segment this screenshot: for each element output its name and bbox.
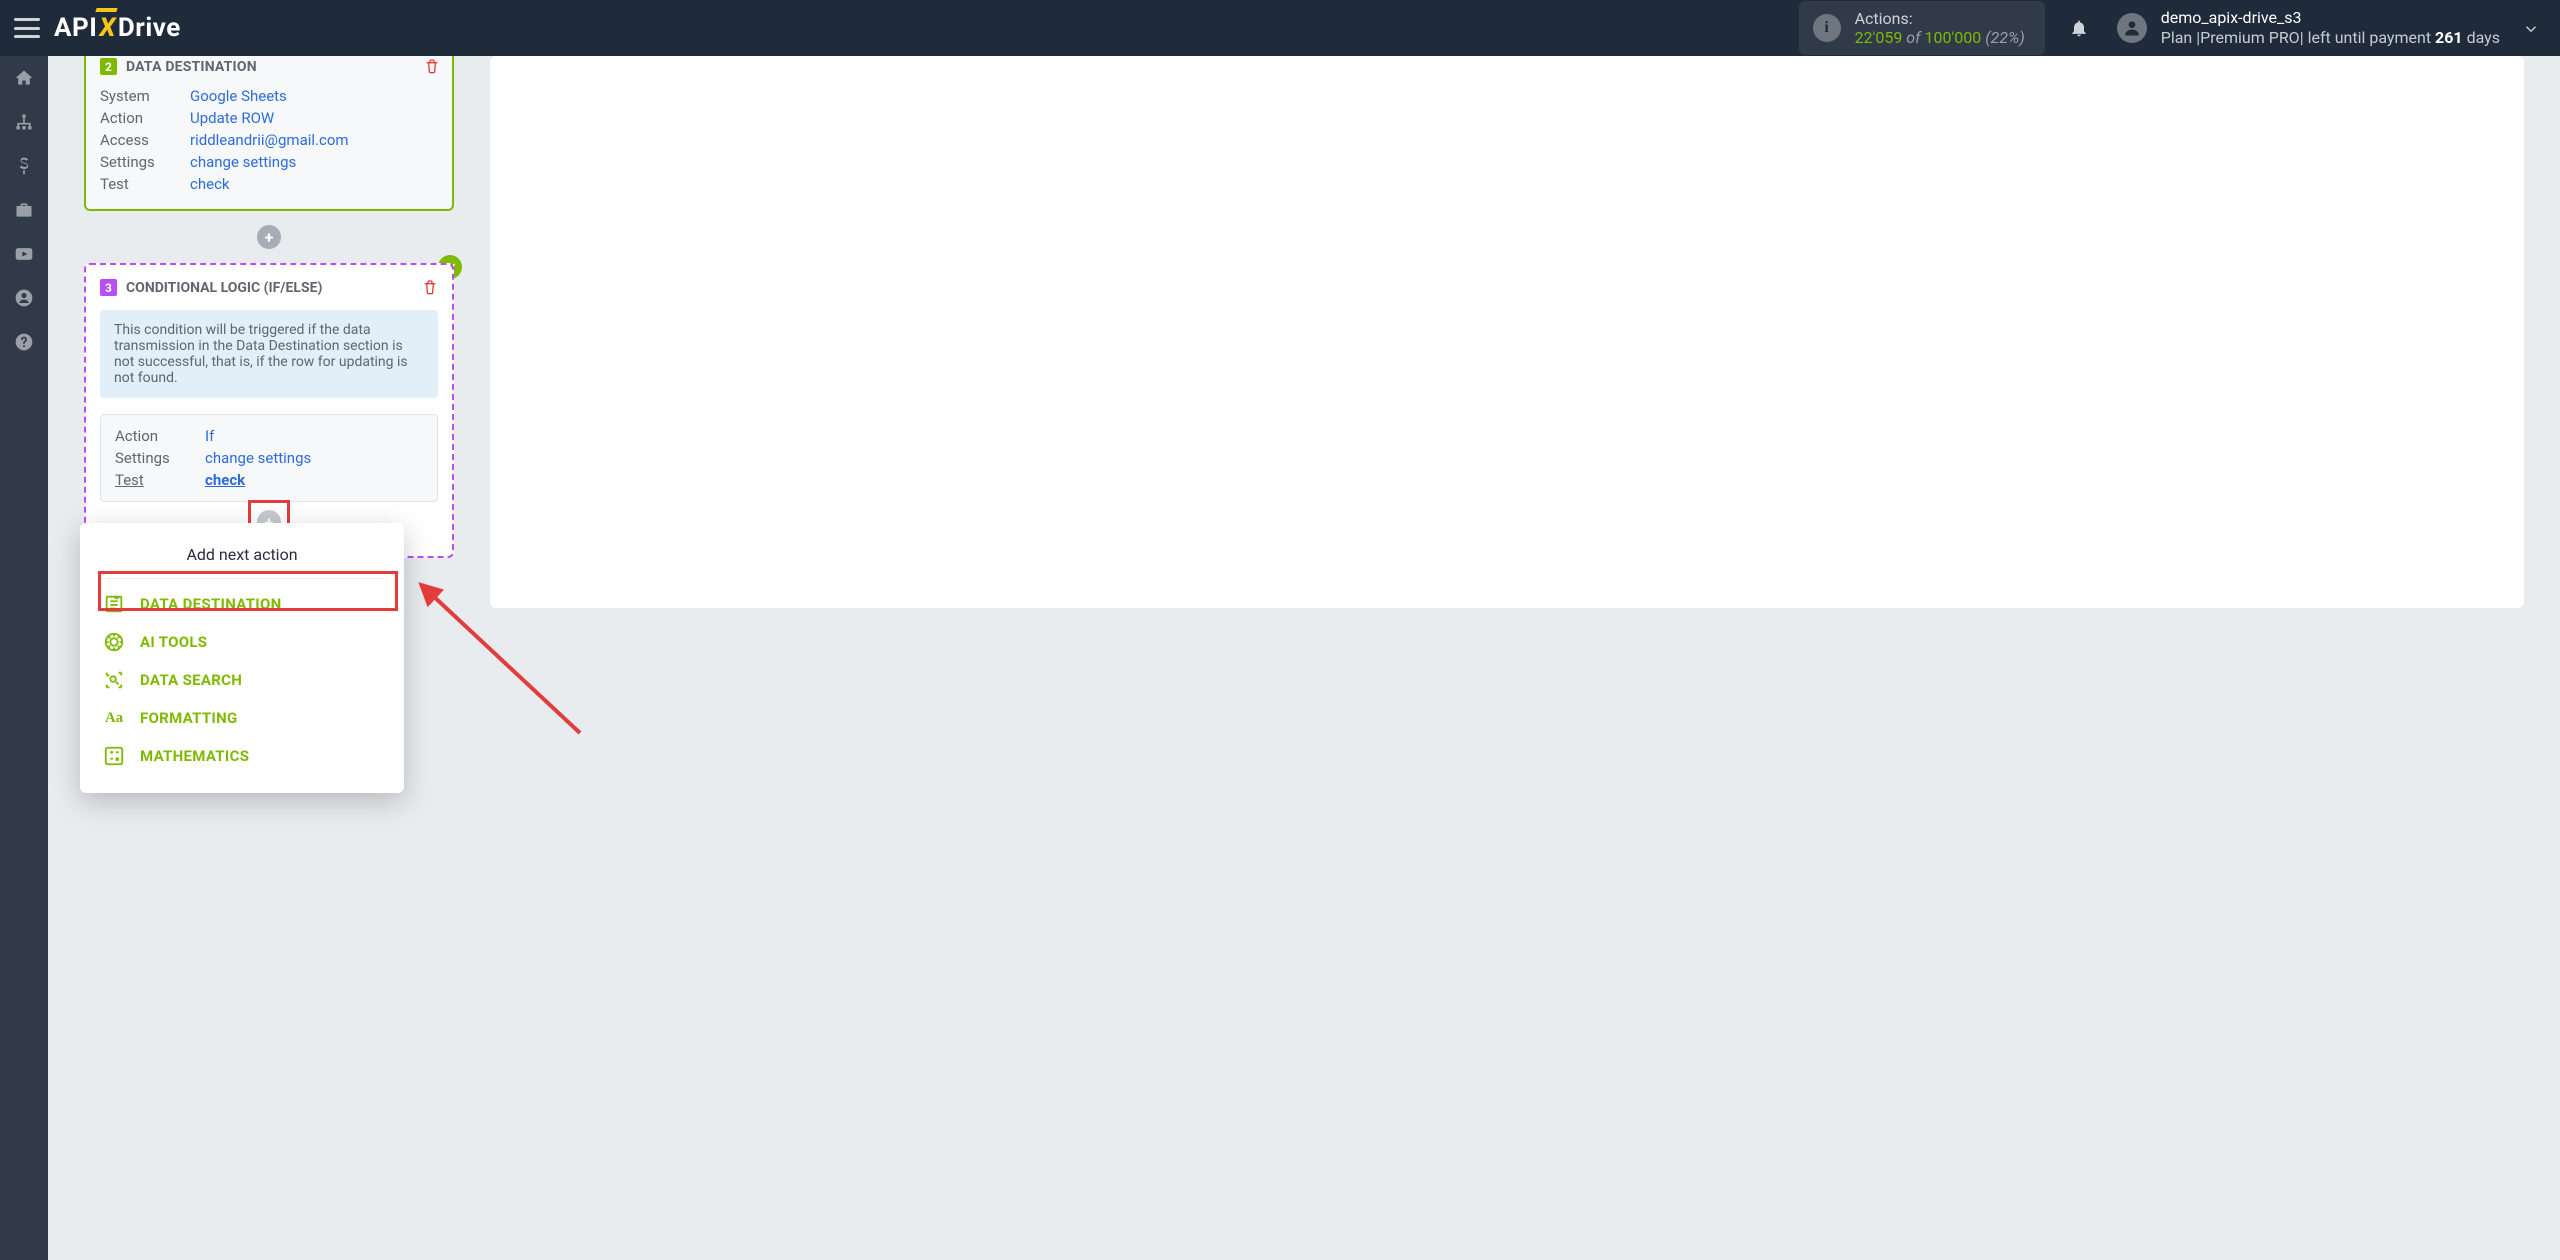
test-link[interactable]: check (190, 175, 230, 193)
highlight-box-icon (98, 571, 398, 611)
step-2-badge: 2 (100, 58, 117, 75)
step-2-title: DATA DESTINATION (126, 59, 257, 75)
actions-current: 22'059 (1855, 28, 1903, 47)
step-3-title: CONDITIONAL LOGIC (IF/ELSE) (126, 280, 322, 296)
settings-link[interactable]: change settings (190, 153, 296, 171)
add-next-action-popup: Add next action DATA DESTINATION AI TOOL… (80, 523, 404, 793)
cond-test-link[interactable]: check (205, 471, 245, 489)
ai-tools-icon (102, 630, 126, 654)
main-content-card (490, 56, 2524, 608)
sidebar-help-icon[interactable] (0, 320, 48, 364)
topbar: APIXDrive Actions: 22'059 of 100'000 (22… (0, 0, 2560, 56)
mathematics-icon (102, 744, 126, 768)
data-search-icon (102, 668, 126, 692)
sidebar-home-icon[interactable] (0, 56, 48, 100)
logo-api: API (54, 13, 97, 43)
logo-drive: Drive (118, 13, 181, 43)
sidebar (0, 56, 48, 1260)
actions-pct: (22%) (1985, 28, 2025, 47)
delete-icon[interactable] (424, 58, 440, 78)
formatting-icon: Aa (102, 706, 126, 730)
sidebar-account-icon[interactable] (0, 276, 48, 320)
sidebar-youtube-icon[interactable] (0, 232, 48, 276)
cond-settings-link[interactable]: change settings (205, 449, 311, 467)
step-3-conditional-logic-card: 3 CONDITIONAL LOGIC (IF/ELSE) This condi… (84, 263, 454, 558)
hamburger-menu-button[interactable] (14, 18, 40, 38)
action-link[interactable]: Update ROW (190, 109, 274, 127)
step-3-badge: 3 (100, 279, 117, 296)
sidebar-briefcase-icon[interactable] (0, 188, 48, 232)
add-step-button[interactable] (257, 225, 281, 249)
user-name: demo_apix-drive_s3 (2161, 8, 2500, 28)
menu-ai-tools[interactable]: AI TOOLS (80, 623, 404, 661)
menu-formatting[interactable]: Aa FORMATTING (80, 699, 404, 737)
menu-data-search[interactable]: DATA SEARCH (80, 661, 404, 699)
user-plan: Plan |Premium PRO| left until payment 26… (2161, 28, 2500, 48)
cond-action-link[interactable]: If (205, 427, 214, 445)
actions-label: Actions: (1855, 9, 2025, 28)
actions-max: 100'000 (1924, 28, 1981, 47)
notifications-bell-icon[interactable] (2069, 18, 2089, 38)
info-icon (1813, 14, 1841, 42)
condition-description: This condition will be triggered if the … (100, 310, 438, 398)
actions-usage-box[interactable]: Actions: 22'059 of 100'000 (22%) (1799, 1, 2045, 55)
avatar-icon (2117, 13, 2147, 43)
step-2-data-destination-card: 2 DATA DESTINATION SystemGoogle Sheets A… (84, 56, 454, 211)
sidebar-billing-icon[interactable] (0, 144, 48, 188)
system-link[interactable]: Google Sheets (190, 87, 287, 105)
access-link[interactable]: riddleandrii@gmail.com (190, 131, 349, 149)
chevron-down-icon[interactable] (2522, 20, 2540, 42)
delete-icon[interactable] (422, 279, 438, 299)
menu-mathematics[interactable]: MATHEMATICS (80, 737, 404, 775)
user-menu[interactable]: demo_apix-drive_s3 Plan |Premium PRO| le… (2117, 8, 2500, 48)
logo[interactable]: APIXDrive (54, 13, 181, 43)
sidebar-connections-icon[interactable] (0, 100, 48, 144)
